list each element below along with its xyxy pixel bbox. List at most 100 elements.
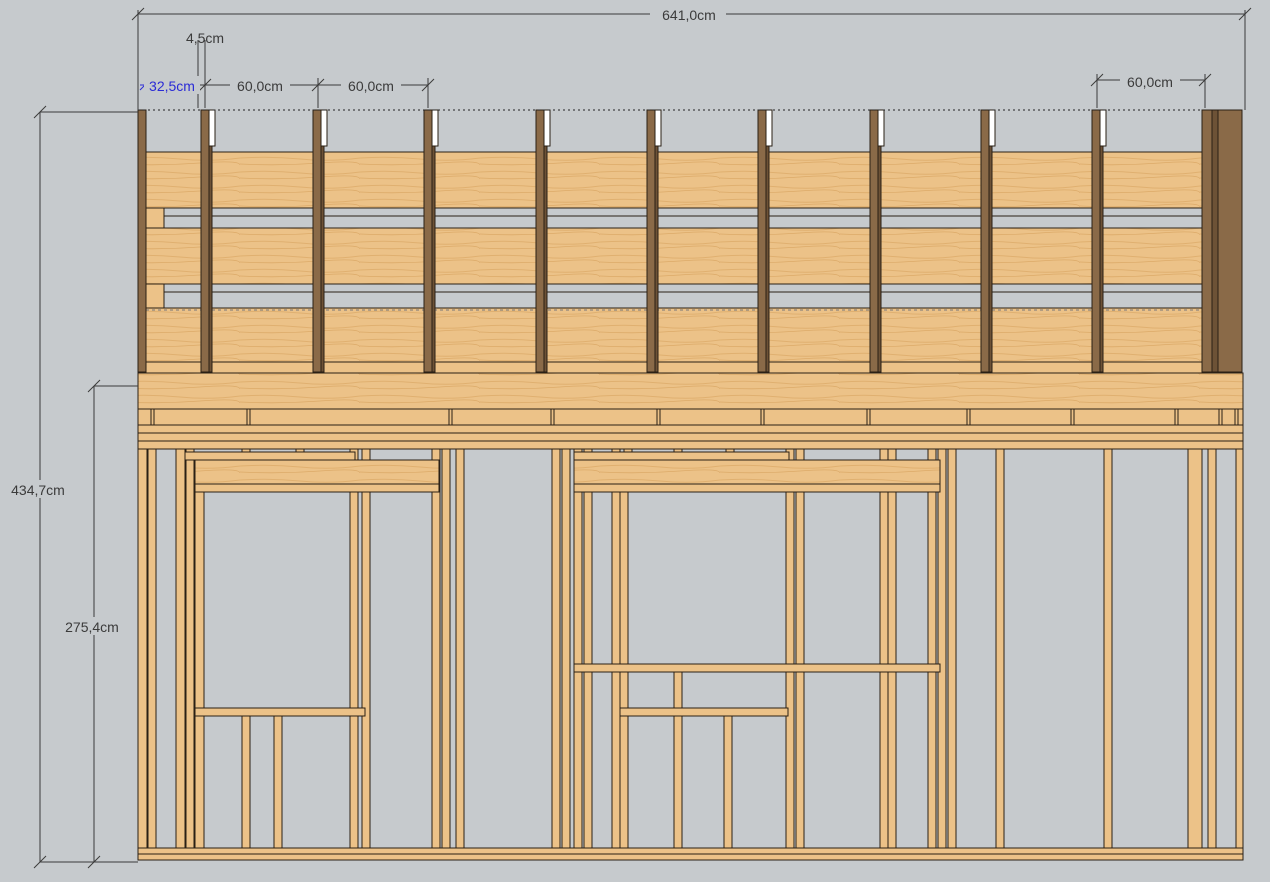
end-post-inner — [1211, 109, 1219, 373]
mid-rail — [573, 663, 941, 673]
stud-shadow — [877, 145, 882, 373]
wall-stud — [1207, 448, 1217, 849]
wall-stud — [995, 448, 1005, 849]
wall-stud — [673, 671, 683, 849]
joist-end — [150, 408, 155, 426]
stud-post — [423, 109, 433, 373]
stud-post — [137, 109, 147, 373]
wall-stud — [611, 448, 621, 849]
stud-post — [200, 109, 210, 373]
wall-stud — [1103, 448, 1113, 849]
sketchup-viewport[interactable]: 641,0cm 4,5cm 32,5cm 60,0cm 60,0cm 60,0c… — [0, 0, 1270, 877]
wall-stud — [887, 448, 897, 849]
window-sill — [619, 707, 789, 717]
stud-cap — [1099, 109, 1107, 147]
stud-shadow — [988, 145, 993, 373]
joist-end — [1234, 408, 1239, 426]
stud-cap — [765, 109, 773, 147]
header-plate — [194, 483, 440, 493]
top-plate-3 — [137, 440, 1244, 450]
stud-post — [757, 109, 767, 373]
lower-frame — [137, 448, 1244, 861]
stud-post — [869, 109, 879, 373]
wall-stud — [361, 448, 371, 849]
stud-post — [980, 109, 990, 373]
stud-shadow — [543, 145, 548, 373]
joist-end — [1218, 408, 1223, 426]
joist-end — [1174, 408, 1179, 426]
wall-stud — [947, 448, 957, 849]
spacer-block — [145, 207, 165, 229]
rim-beam — [137, 372, 1244, 410]
joist-end — [760, 408, 765, 426]
dim-spacing-1: 60,0cm — [237, 78, 283, 94]
wall-stud — [785, 448, 795, 849]
window-sill — [194, 707, 366, 717]
cripple-plate — [184, 451, 356, 461]
stud-shadow — [765, 145, 770, 373]
wall-stud — [431, 448, 441, 849]
stud-cap — [988, 109, 996, 147]
wall-stud — [573, 448, 583, 849]
wall-stud — [273, 715, 283, 849]
wall-stud — [441, 448, 451, 849]
stud-post — [1091, 109, 1101, 373]
stud-cap — [877, 109, 885, 147]
top-plate-2 — [137, 432, 1244, 442]
top-plate-1 — [137, 424, 1244, 434]
stud-cap — [320, 109, 328, 147]
header-plate — [573, 483, 941, 493]
sill-board — [145, 361, 1205, 374]
wall-stud — [795, 448, 805, 849]
joist-end — [866, 408, 871, 426]
board-middle — [145, 227, 1205, 285]
wall-studs — [137, 448, 1244, 849]
dim-stud-width: 4,5cm — [186, 30, 224, 46]
wall-stud — [879, 448, 889, 849]
window-opening-left — [184, 451, 440, 717]
stud-post — [535, 109, 545, 373]
upper-frame — [137, 109, 1243, 374]
dim-spacing-2: 60,0cm — [348, 78, 394, 94]
stud-cap — [654, 109, 662, 147]
stud-shadow — [320, 145, 325, 373]
wall-frame-drawing[interactable]: 641,0cm 4,5cm 32,5cm 60,0cm 60,0cm 60,0c… — [0, 0, 1270, 877]
stud-shadow — [208, 145, 213, 373]
board-top — [145, 151, 1205, 209]
wall-stud — [937, 448, 947, 849]
stud-shadow — [654, 145, 659, 373]
joist-end — [656, 408, 661, 426]
dim-first-offset: 32,5cm — [149, 78, 195, 94]
wall-stud — [147, 448, 157, 849]
stud-cap — [431, 109, 439, 147]
dim-wall-height: 275,4cm — [65, 619, 119, 635]
wall-stud — [583, 448, 593, 849]
wall-stud — [241, 715, 251, 849]
dim-total-width: 641,0cm — [662, 7, 716, 23]
wall-stud — [455, 448, 465, 849]
wall-stud — [175, 448, 186, 849]
dim-spacing-last: 60,0cm — [1127, 74, 1173, 90]
wall-stud — [137, 448, 148, 849]
cripple-plate — [573, 451, 790, 461]
stud-post — [312, 109, 322, 373]
spacer-block — [145, 283, 165, 309]
joist-band — [137, 408, 1244, 426]
wall-stud — [1187, 448, 1203, 849]
stud-cap — [208, 109, 216, 147]
dim-total-height: 434,7cm — [11, 482, 65, 498]
wall-stud — [927, 448, 937, 849]
stud-post — [646, 109, 656, 373]
wall-stud — [194, 491, 205, 849]
wall-stud — [185, 448, 195, 849]
wall-stud — [349, 448, 359, 849]
wall-stud — [551, 448, 561, 849]
stud-cap — [543, 109, 551, 147]
stud-shadow — [431, 145, 436, 373]
stud-shadow — [1099, 145, 1104, 373]
wall-stud — [561, 448, 571, 849]
wall-stud — [723, 715, 733, 849]
horizontal-boards — [145, 151, 1205, 374]
joist-end — [550, 408, 555, 426]
end-post — [1201, 109, 1243, 373]
